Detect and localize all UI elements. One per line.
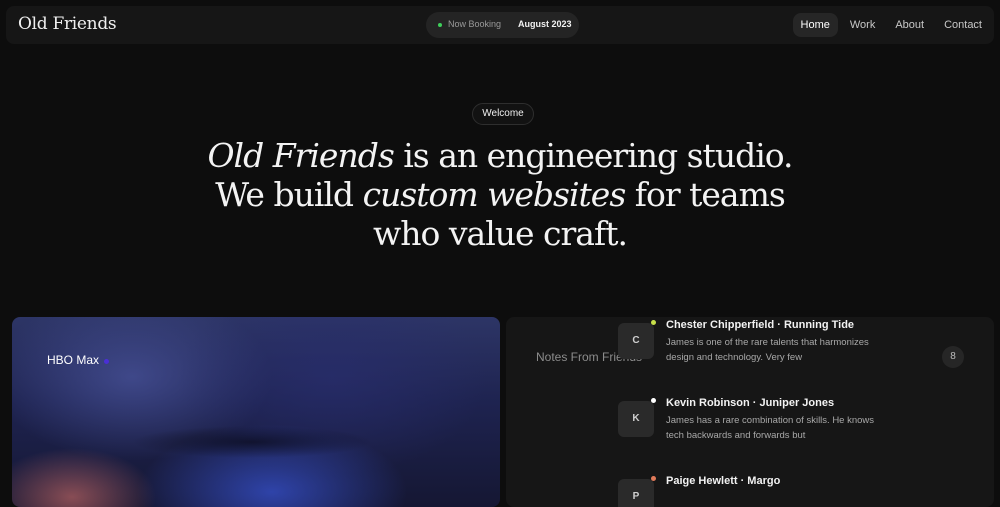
top-navbar: Old Friends Now Booking August 2023 Home… (6, 6, 994, 44)
hero-line-2-post: for teams (625, 175, 786, 214)
hero-line-3: who value craft. (373, 214, 628, 253)
avatar: C (618, 323, 654, 359)
testimonials-count-badge: 8 (942, 346, 964, 368)
avatar-badge-icon (651, 476, 656, 481)
hero-emphasis: custom websites (362, 175, 627, 214)
booking-status-label: Now Booking (448, 19, 502, 29)
avatar-badge-icon (651, 320, 656, 325)
hero-studio-name: Old Friends (207, 136, 394, 175)
testimonial-quote: James has a rare combination of skills. … (666, 415, 875, 441)
hero-line-1-text: is an engineering studio. (393, 136, 793, 175)
booking-month-label: August 2023 (518, 19, 572, 29)
avatar: K (618, 401, 654, 437)
testimonial-author: Chester Chipperfield · Running Tide (666, 319, 855, 331)
avatar-badge-icon (651, 398, 656, 403)
hero-line-2-pre: We build (215, 175, 363, 214)
showcase-image (102, 422, 402, 462)
nav-link-contact[interactable]: Contact (936, 13, 990, 37)
hero-line-2: We build custom websites for teams (200, 175, 800, 214)
brand-logo[interactable]: Old Friends (18, 14, 117, 34)
nav-links: Home Work About Contact (792, 13, 990, 37)
testimonials-card: Notes From Friends 8 C Chester Chipperfi… (506, 317, 994, 507)
testimonial-author: Kevin Robinson · Juniper Jones (666, 397, 835, 409)
welcome-badge: Welcome (472, 103, 534, 125)
hero-heading: Old Friends is an engineering studio. We… (200, 136, 800, 253)
booking-status-pill[interactable]: Now Booking August 2023 (426, 12, 579, 38)
client-dot-icon (104, 359, 109, 364)
nav-link-about[interactable]: About (887, 13, 932, 37)
hero-line-1: Old Friends is an engineering studio. (200, 136, 800, 175)
status-dot-icon (438, 23, 442, 27)
testimonial-quote: James is one of the rare talents that ha… (666, 337, 869, 363)
nav-link-work[interactable]: Work (842, 13, 883, 37)
project-showcase-card[interactable]: HBO Max (12, 317, 500, 507)
client-label: HBO Max (47, 353, 100, 367)
nav-link-home[interactable]: Home (792, 13, 838, 37)
testimonial-author: Paige Hewlett · Margo (666, 475, 781, 487)
avatar: P (618, 479, 654, 507)
